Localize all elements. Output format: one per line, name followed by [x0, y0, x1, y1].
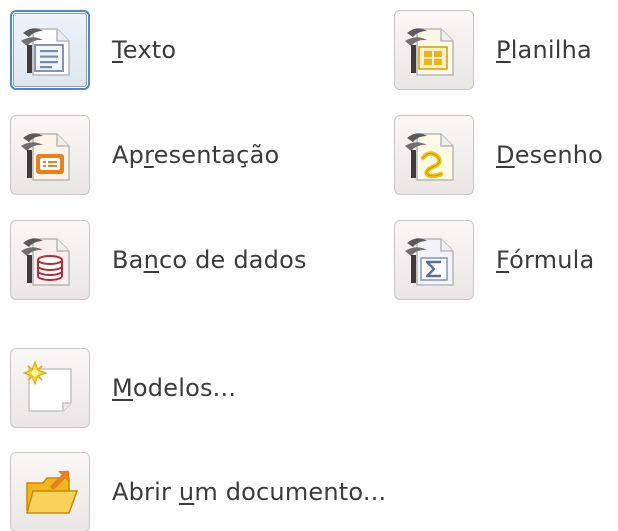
mnemonic-char: M [112, 374, 133, 402]
item-label: Apresentação [112, 141, 280, 169]
math-tile[interactable] [394, 220, 474, 300]
item-label: Fórmula [496, 246, 595, 274]
draw-drawing-button[interactable]: Desenho [394, 115, 603, 195]
mnemonic-char: T [112, 36, 123, 64]
item-label: Modelos... [112, 374, 237, 402]
writer-icon [21, 28, 70, 76]
draw-icon [405, 133, 454, 181]
item-label: Abrir um documento... [112, 478, 387, 506]
mnemonic-char: P [496, 36, 511, 64]
calc-spreadsheet-button[interactable]: Planilha [394, 10, 592, 90]
impress-presentation-button[interactable]: Apresentação [10, 115, 279, 195]
math-icon [405, 238, 454, 286]
mnemonic-char: n [143, 246, 159, 274]
open-folder-icon [26, 470, 79, 514]
impress-icon [21, 133, 70, 181]
start-center-launcher: Texto Planilha Apresentação Desenho Banc… [0, 0, 618, 531]
math-formula-button[interactable]: Fórmula [394, 220, 594, 300]
open-document-button[interactable]: Abrir um documento... [10, 452, 386, 531]
templates-button[interactable]: Modelos... [10, 348, 236, 428]
item-label: Desenho [496, 141, 604, 169]
open-document-tile[interactable] [10, 452, 90, 531]
mnemonic-char: r [144, 141, 154, 169]
calc-icon [405, 28, 454, 76]
calc-tile[interactable] [394, 10, 474, 90]
writer-document-button[interactable]: Texto [10, 10, 176, 90]
writer-tile[interactable] [10, 10, 90, 90]
item-label: Planilha [496, 36, 592, 64]
templates-icon [22, 360, 72, 412]
item-label: Banco de dados [112, 246, 307, 274]
base-icon [21, 238, 70, 286]
base-database-button[interactable]: Banco de dados [10, 220, 307, 300]
base-tile[interactable] [10, 220, 90, 300]
mnemonic-char: D [496, 141, 515, 169]
mnemonic-char: u [178, 478, 195, 506]
templates-tile[interactable] [10, 348, 90, 428]
impress-tile[interactable] [10, 115, 90, 195]
item-label: Texto [112, 36, 177, 64]
draw-tile[interactable] [394, 115, 474, 195]
mnemonic-char: F [496, 246, 510, 274]
